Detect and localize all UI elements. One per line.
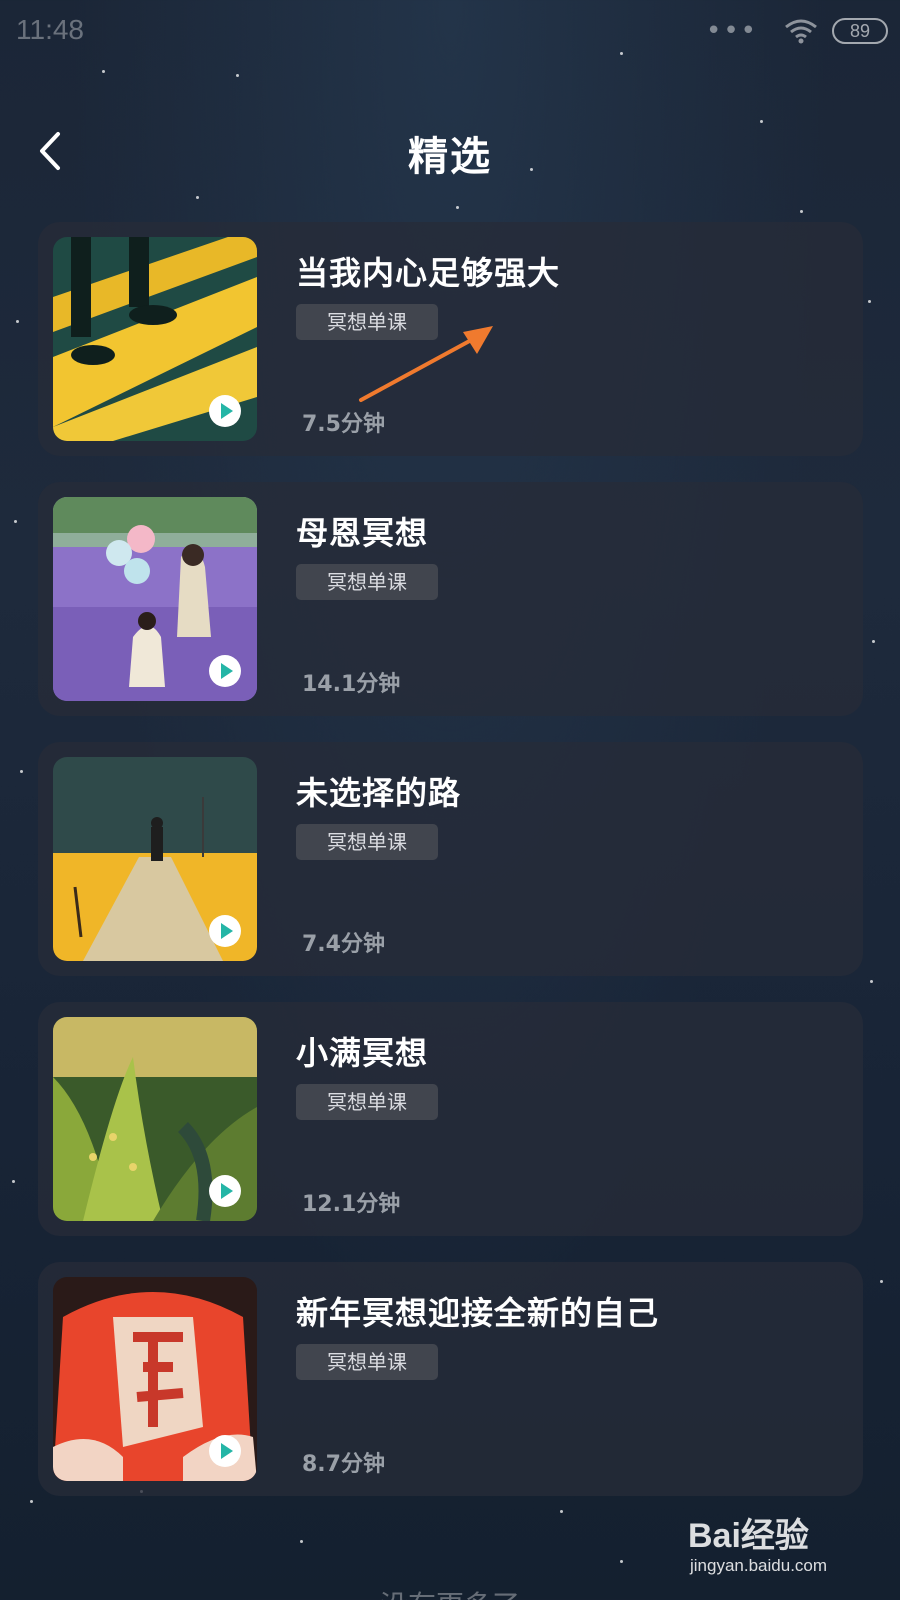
play-icon[interactable] (209, 1435, 241, 1467)
play-icon[interactable] (209, 1175, 241, 1207)
course-card[interactable]: 新年冥想迎接全新的自己 冥想单课 8.7分钟 (38, 1262, 863, 1496)
signal-dots-icon: ••• (706, 16, 759, 46)
watermark-site: jingyan.baidu.com (690, 1556, 828, 1575)
play-icon[interactable] (209, 395, 241, 427)
watermark-brand: Bai经验 (688, 1517, 809, 1555)
course-tag: 冥想单课 (296, 1084, 438, 1120)
course-title: 母恩冥想 (296, 514, 429, 552)
course-thumbnail[interactable] (53, 1277, 257, 1481)
play-icon[interactable] (209, 655, 241, 687)
status-time: 11:48 (16, 14, 84, 45)
course-duration: 7.5分钟 (302, 412, 385, 437)
course-tag: 冥想单课 (296, 1344, 438, 1380)
course-thumbnail[interactable] (53, 497, 257, 701)
course-card[interactable]: 母恩冥想 冥想单课 14.1分钟 (38, 482, 863, 716)
course-tag: 冥想单课 (296, 824, 438, 860)
battery-level: 89 (849, 21, 871, 41)
course-thumbnail[interactable] (53, 1017, 257, 1221)
course-thumbnail[interactable] (53, 757, 257, 961)
course-duration: 14.1分钟 (302, 672, 401, 697)
page-title: 精选 (408, 134, 492, 180)
course-title: 新年冥想迎接全新的自己 (296, 1294, 660, 1332)
battery-indicator: 89 (832, 18, 888, 44)
course-title: 小满冥想 (296, 1034, 429, 1072)
course-title: 未选择的路 (296, 774, 462, 812)
play-icon[interactable] (209, 915, 241, 947)
course-duration: 12.1分钟 (302, 1192, 401, 1217)
course-tag: 冥想单课 (296, 564, 438, 600)
course-duration: 7.4分钟 (302, 932, 385, 957)
course-thumbnail[interactable] (53, 237, 257, 441)
baidu-jingyan-watermark: Bai经验 jingyan.baidu.com (688, 1500, 888, 1590)
course-title: 当我内心足够强大 (296, 254, 561, 292)
course-list: 当我内心足够强大 冥想单课 7.5分钟 母恩冥想 冥想单课 14.1分钟 未选择… (38, 222, 863, 1522)
course-duration: 8.7分钟 (302, 1452, 385, 1477)
course-card[interactable]: 小满冥想 冥想单课 12.1分钟 (38, 1002, 863, 1236)
course-card[interactable]: 未选择的路 冥想单课 7.4分钟 (38, 742, 863, 976)
wifi-icon (785, 19, 817, 44)
annotation-arrow-icon (359, 326, 493, 402)
status-bar: 11:48 ••• 89 (0, 0, 900, 62)
